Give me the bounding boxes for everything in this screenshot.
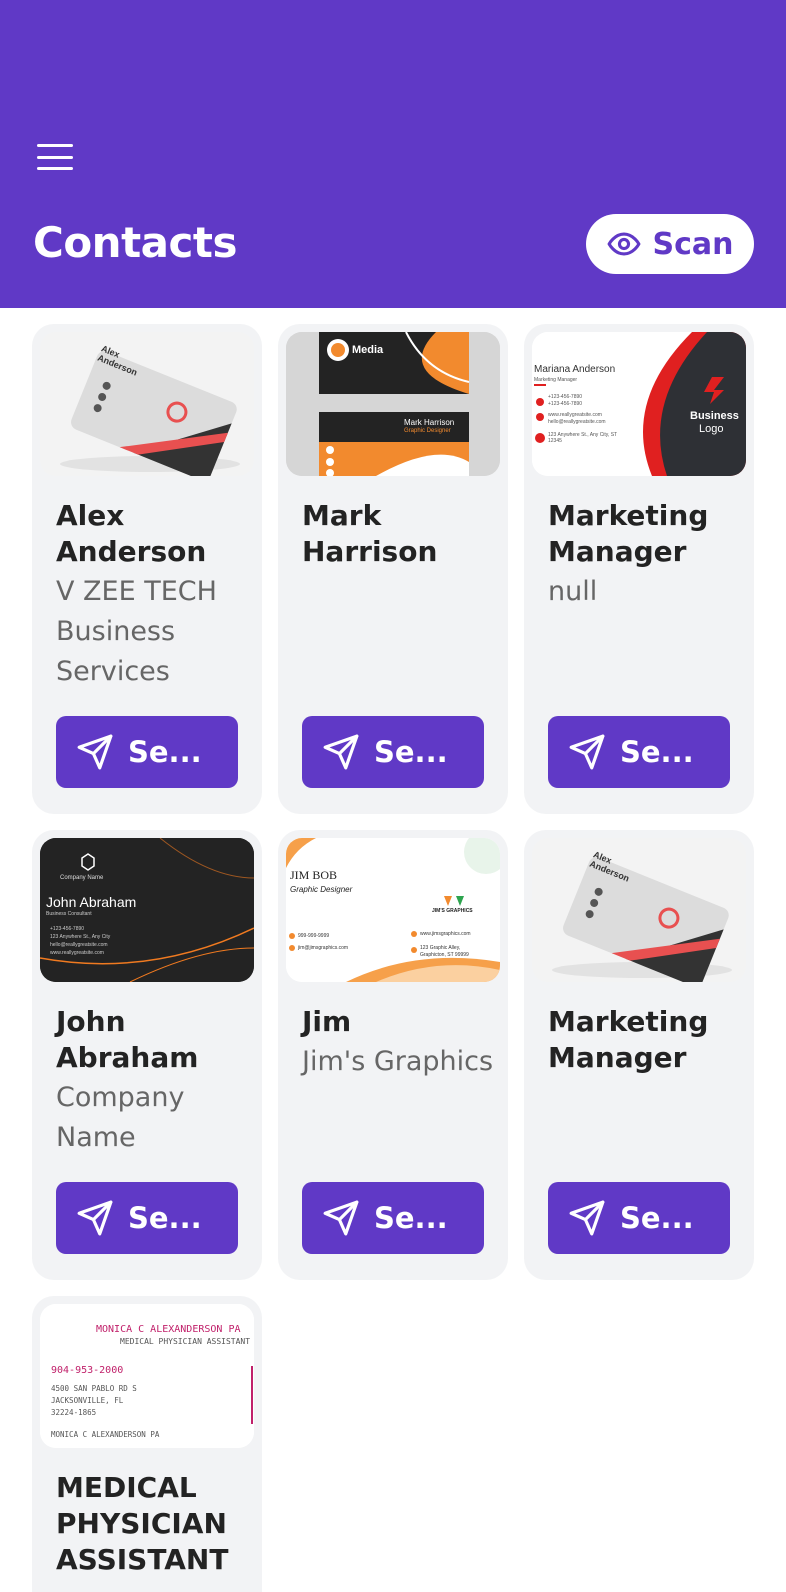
card-image-company: Company Name [60,875,104,881]
card-image-phone: 999-999-9999 [298,933,330,939]
send-button[interactable]: Se... [56,716,238,788]
card-image-email: hello@reallygreatsite.com [50,942,108,948]
card-image-role: Graphic Designer [290,885,353,894]
card-image-brand: Media [352,344,384,356]
card-image-name: John Abraham [46,894,137,910]
contact-name: Marketing Manager [548,499,709,568]
card-image-logo-line1: Business [690,410,739,422]
send-icon [323,1200,359,1236]
card-image-site: www.reallygreatsite.com [548,412,602,418]
send-button[interactable]: Se... [302,716,484,788]
card-image-role: Business Consultant [46,911,92,917]
contact-name: Alex Anderson [56,499,207,568]
send-button[interactable]: Se... [302,1182,484,1254]
business-card-image: Company Name John Abraham Business Consu… [40,838,254,982]
card-image-address1: 123 Graphic Alley, [420,945,461,951]
send-button[interactable]: Se... [56,1182,238,1254]
card-image-site: www.reallygreatsite.com [50,950,104,956]
send-button-label: Se... [374,1201,448,1235]
scan-button[interactable]: Scan [586,214,754,274]
send-button-label: Se... [128,735,202,769]
contact-name: Mark Harrison [302,499,438,568]
business-card-image: Alex Anderson [40,332,254,476]
business-card-image: Media Mark Harrison Graphic Designer [286,332,500,476]
card-image-role: MEDICAL PHYSICIAN ASSISTANT [120,1337,251,1346]
card-image-footer: MONICA C ALEXANDERSON PA [51,1430,160,1439]
send-icon [569,1200,605,1236]
card-image-email: jim@jimsgraphics.com [298,945,349,951]
contact-company: Company Name [56,1082,185,1153]
card-image-name: Mark Harrison [404,418,455,427]
send-icon [77,734,113,770]
card-image-name: JIM BOB [290,868,338,882]
contact-name: Jim [302,1005,352,1038]
send-icon [77,1200,113,1236]
card-image-address: 123 Anywhere St., Any City, ST 12345 [548,432,618,444]
contact-company: Jim's Graphics [302,1046,494,1077]
send-icon [323,734,359,770]
card-image-address3: 32224-1865 [51,1408,97,1417]
send-button-label: Se... [620,735,694,769]
contact-name: John Abraham [56,1005,199,1074]
card-image-address2: Graphicton, ST 99999 [420,952,469,958]
contact-card[interactable]: Media Mark Harrison Graphic Designer Mar… [278,324,508,814]
send-button[interactable]: Se... [548,716,730,788]
contact-card[interactable]: Alex Anderson Marketing Manager Se... [524,830,754,1280]
card-image-address: 123 Anywhere St., Any City [50,934,111,940]
contact-card[interactable]: Alex Anderson Alex Anderson V ZEE TECH B… [32,324,262,814]
contact-card[interactable]: JIM BOB Graphic Designer JIM'S GRAPHICS … [278,830,508,1280]
card-image-role: Marketing Manager [534,377,578,383]
send-button[interactable]: Se... [548,1182,730,1254]
card-image-email: hello@reallygreatsite.com [548,419,606,425]
business-card-image: Mariana Anderson Marketing Manager +123-… [532,332,746,476]
contact-company: null [548,576,598,607]
business-card-image: Alex Anderson [532,838,746,982]
card-image-address1: 4500 SAN PABLO RD S [51,1384,137,1393]
card-image-name: Mariana Anderson [534,364,616,375]
card-image-address2: JACKSONVILLE, FL [51,1396,124,1405]
send-button-label: Se... [620,1201,694,1235]
contact-card[interactable]: Company Name John Abraham Business Consu… [32,830,262,1280]
eye-icon [607,232,640,256]
contact-name: Marketing Manager [548,1005,709,1074]
card-image-logo: JIM'S GRAPHICS [432,908,473,914]
card-image-phone: 904-953-2000 [51,1365,124,1376]
app-header: Contacts Scan [0,0,786,308]
card-image-site: www.jimsgraphics.com [420,931,471,937]
contact-company: V ZEE TECH Business Services [56,576,217,687]
send-button-label: Se... [374,735,448,769]
contact-card[interactable]: MONICA C ALEXANDERSON PA MEDICAL PHYSICI… [32,1296,262,1592]
send-icon [569,734,605,770]
hamburger-menu-icon[interactable] [34,140,76,174]
page-title: Contacts [33,218,237,267]
business-card-image: MONICA C ALEXANDERSON PA MEDICAL PHYSICI… [40,1304,254,1448]
contact-name: MEDICAL PHYSICIAN ASSISTANT [56,1471,229,1576]
card-image-logo-line2: Logo [699,423,724,435]
card-image-name: MONICA C ALEXANDERSON PA [96,1324,241,1335]
card-image-phone1: +123-456-7890 [548,394,583,400]
business-card-image: JIM BOB Graphic Designer JIM'S GRAPHICS … [286,838,500,982]
contact-card[interactable]: Mariana Anderson Marketing Manager +123-… [524,324,754,814]
card-image-phone: +123-456-7890 [50,926,85,932]
scan-label: Scan [652,226,734,262]
send-button-label: Se... [128,1201,202,1235]
card-image-role: Graphic Designer [404,428,451,434]
card-image-phone2: +123-456-7890 [548,401,583,407]
